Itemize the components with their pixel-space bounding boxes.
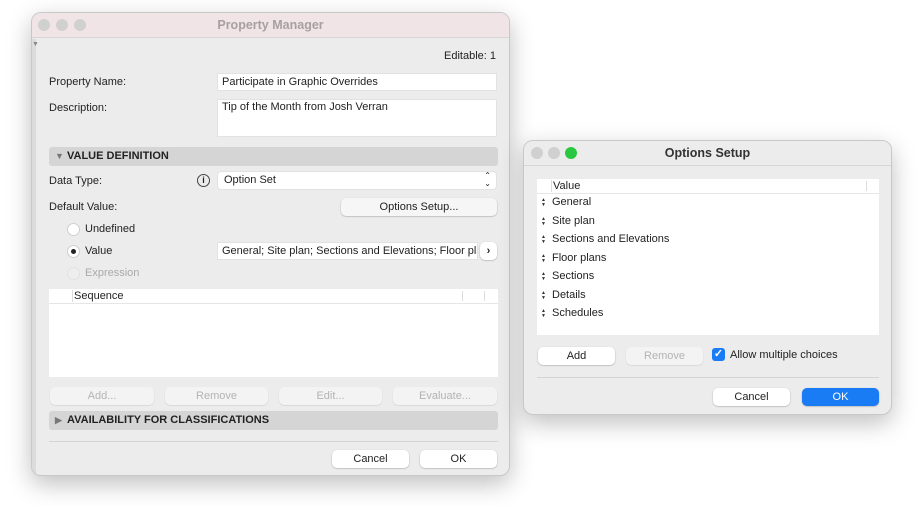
sequence-header[interactable]: Sequence <box>49 289 498 304</box>
drag-handle-icon[interactable]: ▲ ▼ <box>541 286 546 300</box>
cancel-button[interactable]: Cancel <box>713 388 790 406</box>
collapse-arrow-icon[interactable]: ▼ <box>32 41 39 48</box>
close-button[interactable] <box>531 147 543 159</box>
minimize-button[interactable] <box>548 147 560 159</box>
disclosure-down-icon: ▼ <box>55 151 64 161</box>
drag-handle-icon[interactable]: ▲ ▼ <box>541 304 546 319</box>
drag-handle-icon[interactable]: ▲ ▼ <box>541 193 546 208</box>
data-type-select[interactable]: Option Set ⌃ ⌄ <box>217 171 497 190</box>
option-row[interactable]: ▲ ▼ Site plan <box>537 212 879 230</box>
list-header[interactable]: Value <box>537 179 879 194</box>
drag-handle-icon[interactable]: ▲ ▼ <box>541 249 546 263</box>
option-label: Sections <box>552 270 595 282</box>
radio-value-label: Value <box>85 245 113 257</box>
title-bar: Options Setup <box>524 141 891 166</box>
drag-handle-icon[interactable]: ▲ ▼ <box>541 230 546 245</box>
sequence-column-header: Sequence <box>72 290 124 302</box>
zoom-button[interactable] <box>74 19 86 31</box>
window-title: Options Setup <box>664 146 751 160</box>
sequence-table[interactable]: Sequence <box>49 289 498 377</box>
divider <box>49 441 498 442</box>
updown-chevron-icon: ⌃ ⌄ <box>484 171 491 188</box>
radio-expression-label: Expression <box>85 267 140 279</box>
remove-option-button: Remove <box>626 347 703 365</box>
section-title: AVAILABILITY FOR CLASSIFICATIONS <box>67 414 270 426</box>
radio-undefined-label: Undefined <box>85 223 136 235</box>
option-row[interactable]: ▲ ▼ Details <box>537 286 879 304</box>
availability-header[interactable]: ▶ AVAILABILITY FOR CLASSIFICATIONS <box>49 411 498 430</box>
ok-button[interactable]: OK <box>802 388 879 406</box>
edit-button: Edit... <box>279 387 382 405</box>
ok-button[interactable]: OK <box>420 450 497 468</box>
column-divider <box>484 291 485 301</box>
close-button[interactable] <box>38 19 50 31</box>
divider <box>537 377 879 378</box>
property-name-input[interactable]: Participate in Graphic Overrides <box>217 73 497 91</box>
options-setup-button[interactable]: Options Setup... <box>341 198 497 216</box>
property-manager-window: Property Manager ▼ Editable: 1 Property … <box>31 12 510 476</box>
option-row[interactable]: ▲ ▼ Schedules <box>537 304 879 322</box>
value-definition-header[interactable]: ▼ VALUE DEFINITION <box>49 147 498 166</box>
section-title: VALUE DEFINITION <box>67 150 169 162</box>
radio-undefined[interactable] <box>67 223 80 236</box>
data-type-value: Option Set <box>224 174 276 186</box>
minimize-button[interactable] <box>56 19 68 31</box>
remove-button: Remove <box>165 387 268 405</box>
radio-value[interactable] <box>67 245 80 258</box>
option-row[interactable]: ▲ ▼ Floor plans <box>537 249 879 267</box>
side-strip <box>32 39 36 475</box>
description-label: Description: <box>49 102 108 114</box>
column-divider <box>866 181 867 191</box>
options-setup-window: Options Setup Value ▲ ▼ General ▲ ▼ Site plan… <box>523 140 892 415</box>
data-type-label: Data Type: <box>49 175 102 187</box>
info-icon[interactable]: i <box>197 174 210 187</box>
evaluate-button: Evaluate... <box>393 387 497 405</box>
add-button: Add... <box>50 387 154 405</box>
option-label: Sections and Elevations <box>552 233 670 245</box>
column-divider <box>462 291 463 301</box>
allow-multiple-label: Allow multiple choices <box>730 349 838 361</box>
option-label: Details <box>552 288 586 301</box>
value-column-header: Value <box>551 180 581 192</box>
option-row[interactable]: ▲ ▼ General <box>537 193 879 211</box>
option-label: Schedules <box>552 307 604 319</box>
chevron-right-icon[interactable]: › <box>480 242 497 260</box>
option-row[interactable]: ▲ ▼ Sections and Elevations <box>537 230 879 248</box>
option-label: General <box>552 196 592 208</box>
editable-count: Editable: 1 <box>444 50 496 62</box>
allow-multiple-checkbox[interactable]: ✓ <box>712 348 725 361</box>
cancel-button[interactable]: Cancel <box>332 450 409 468</box>
option-label: Floor plans <box>552 251 607 264</box>
option-label: Site plan <box>552 214 595 227</box>
radio-expression <box>67 267 80 280</box>
default-value-label: Default Value: <box>49 201 118 213</box>
add-option-button[interactable]: Add <box>538 347 615 365</box>
drag-handle-icon[interactable]: ▲ ▼ <box>541 267 546 282</box>
default-value-field[interactable]: General; Site plan; Sections and Elevati… <box>217 242 478 260</box>
property-name-label: Property Name: <box>49 76 127 88</box>
drag-handle-icon[interactable]: ▲ ▼ <box>541 212 546 226</box>
description-input[interactable]: Tip of the Month from Josh Verran <box>217 99 497 137</box>
window-title: Property Manager <box>217 18 324 32</box>
title-bar: Property Manager <box>32 13 509 38</box>
option-row[interactable]: ▲ ▼ Sections <box>537 267 879 285</box>
zoom-button[interactable] <box>565 147 577 159</box>
options-list[interactable]: Value ▲ ▼ General ▲ ▼ Site plan ▲ ▼ Sections and… <box>537 179 879 335</box>
disclosure-right-icon: ▶ <box>55 415 62 425</box>
